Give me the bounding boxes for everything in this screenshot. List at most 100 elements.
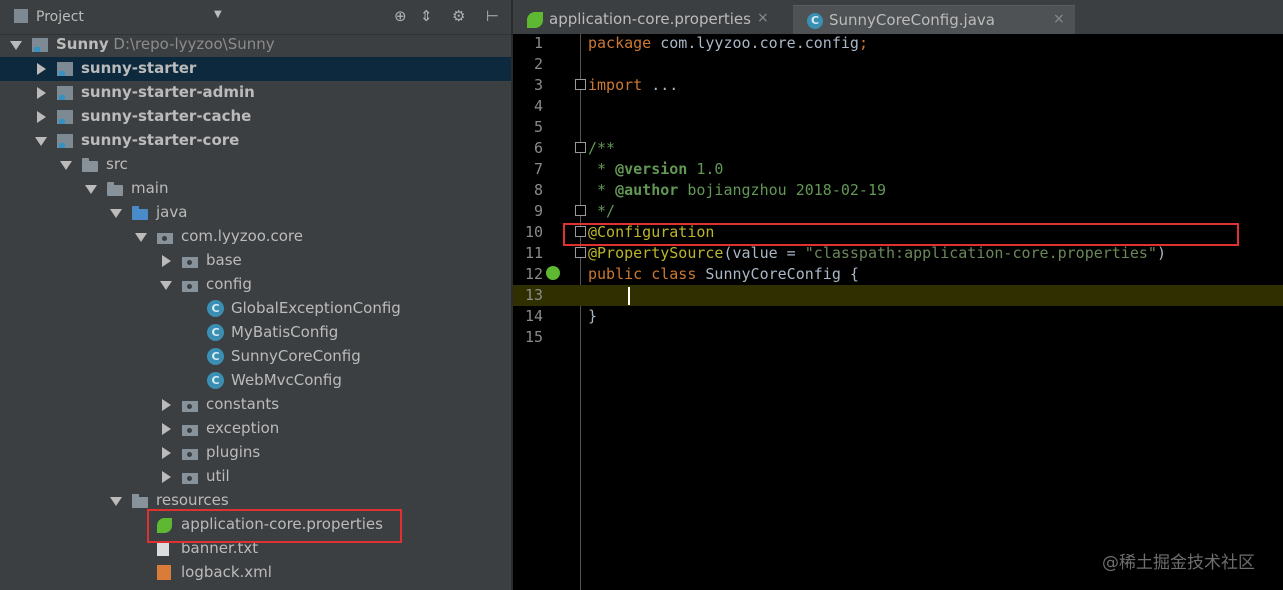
tree-item[interactable]: main [0, 177, 511, 201]
expand-down-icon[interactable] [110, 497, 122, 506]
tree-item[interactable]: sunny-starter-core [0, 129, 511, 153]
tree-item-label: util [206, 467, 230, 485]
code-line[interactable]: 1 package com.lyyzoo.core.config; [513, 33, 1283, 54]
tree-item[interactable]: exception [0, 417, 511, 441]
close-icon[interactable]: × [1053, 11, 1065, 27]
expand-right-icon[interactable] [37, 111, 46, 123]
expand-right-icon[interactable] [162, 423, 171, 435]
chevron-down-icon[interactable]: ▼ [214, 9, 222, 20]
expand-down-icon[interactable] [160, 281, 172, 290]
expand-right-icon[interactable] [162, 471, 171, 483]
fold-marker-icon[interactable] [575, 142, 586, 153]
tree-item[interactable]: config [0, 273, 511, 297]
code-line[interactable]: 12 public class SunnyCoreConfig { [513, 264, 1283, 285]
tree-item[interactable]: util [0, 465, 511, 489]
class-icon: C [207, 300, 224, 317]
target-icon[interactable]: ⊕ [394, 7, 407, 25]
line-number: 12 [524, 265, 543, 283]
tree-item[interactable]: plugins [0, 441, 511, 465]
line-number: 9 [533, 202, 543, 220]
editor-tab[interactable]: application-core.properties × [513, 5, 791, 34]
expand-right-icon[interactable] [162, 255, 171, 267]
tree-item[interactable]: C GlobalExceptionConfig [0, 297, 511, 321]
code-token: @author [615, 181, 679, 199]
code-token: bojiangzhou 2018-02-19 [678, 181, 887, 199]
tree-item[interactable]: sunny-starter-cache [0, 105, 511, 129]
code-text: public class SunnyCoreConfig { [588, 265, 859, 283]
project-title[interactable]: Project [36, 9, 84, 25]
tree-item[interactable]: sunny-starter [0, 57, 511, 81]
fold-marker-icon[interactable] [575, 247, 586, 258]
project-view-icon [14, 9, 28, 23]
package-icon [182, 449, 198, 460]
code-line[interactable]: 11 @PropertySource(value = "classpath:app… [513, 243, 1283, 264]
tree-item[interactable]: src [0, 153, 511, 177]
project-panel: Project ▼ ⊕ ⇕ ⚙ ⊢ Sunny D:\repo-lyyzoo\S… [0, 0, 511, 590]
tree-item[interactable]: java [0, 201, 511, 225]
code-line[interactable]: 14} [513, 306, 1283, 327]
text-file-icon [157, 541, 169, 556]
tree-item[interactable]: logback.xml [0, 561, 511, 585]
tree-item[interactable]: Sunny D:\repo-lyyzoo\Sunny [0, 33, 511, 57]
code-line[interactable]: 4 [513, 96, 1283, 117]
tree-item-label: constants [206, 395, 280, 413]
spring-bean-icon[interactable] [546, 266, 560, 280]
code-line[interactable]: 2 [513, 54, 1283, 75]
package-icon [182, 473, 198, 484]
code-token: ) [1156, 244, 1166, 262]
code-text: import ... [588, 76, 678, 94]
code-line[interactable]: 13 [513, 285, 1283, 306]
expand-down-icon[interactable] [110, 209, 122, 218]
highlight-box-property-source [563, 223, 1239, 246]
tree-item[interactable]: C SunnyCoreConfig [0, 345, 511, 369]
code-line[interactable]: 9 */ [513, 201, 1283, 222]
expand-down-icon[interactable] [10, 41, 22, 50]
class-icon: C [207, 324, 224, 341]
package-icon [182, 425, 198, 436]
editor-tab[interactable]: C SunnyCoreConfig.java × [793, 5, 1075, 35]
tree-item-label: resources [156, 491, 229, 509]
code-text: * @version 1.0 [588, 160, 723, 178]
line-number: 5 [533, 118, 543, 136]
code-text: } [588, 307, 597, 325]
code-text: package com.lyyzoo.core.config; [588, 34, 868, 52]
line-number: 4 [533, 97, 543, 115]
collapse-icon[interactable]: ⇕ [420, 7, 433, 25]
resources-folder-icon [132, 494, 148, 508]
tree-item[interactable]: constants [0, 393, 511, 417]
fold-marker-icon[interactable] [575, 79, 586, 90]
close-icon[interactable]: × [757, 10, 769, 26]
expand-right-icon[interactable] [162, 399, 171, 411]
line-number: 15 [524, 328, 543, 346]
code-line[interactable]: 15 [513, 327, 1283, 348]
folder-icon [82, 158, 98, 172]
tree-item-label: logback.xml [181, 563, 272, 581]
code-token: * [588, 160, 616, 178]
tree-item-label: GlobalExceptionConfig [231, 299, 401, 317]
code-line[interactable]: 5 [513, 117, 1283, 138]
tree-item[interactable]: sunny-starter-admin [0, 81, 511, 105]
expand-right-icon[interactable] [37, 63, 46, 75]
line-number: 13 [524, 286, 543, 304]
package-icon [182, 281, 198, 292]
hide-icon[interactable]: ⊢ [486, 7, 499, 25]
tree-item[interactable]: C MyBatisConfig [0, 321, 511, 345]
tree-item-label: sunny-starter-cache [81, 107, 252, 125]
gear-icon[interactable]: ⚙ [452, 7, 465, 25]
expand-down-icon[interactable] [85, 185, 97, 194]
fold-marker-icon[interactable] [575, 205, 586, 216]
code-line[interactable]: 6 /** [513, 138, 1283, 159]
tree-item[interactable]: com.lyyzoo.core [0, 225, 511, 249]
tree-item-label: sunny-starter-admin [81, 83, 255, 101]
expand-right-icon[interactable] [37, 87, 46, 99]
code-line[interactable]: 3 import ... [513, 75, 1283, 96]
tree-item[interactable]: C WebMvcConfig [0, 369, 511, 393]
expand-down-icon[interactable] [35, 137, 47, 146]
expand-right-icon[interactable] [162, 447, 171, 459]
expand-down-icon[interactable] [60, 161, 72, 170]
code-line[interactable]: 8 * @author bojiangzhou 2018-02-19 [513, 180, 1283, 201]
expand-down-icon[interactable] [135, 233, 147, 242]
tree-item-label: main [131, 179, 169, 197]
code-line[interactable]: 7 * @version 1.0 [513, 159, 1283, 180]
tree-item[interactable]: base [0, 249, 511, 273]
